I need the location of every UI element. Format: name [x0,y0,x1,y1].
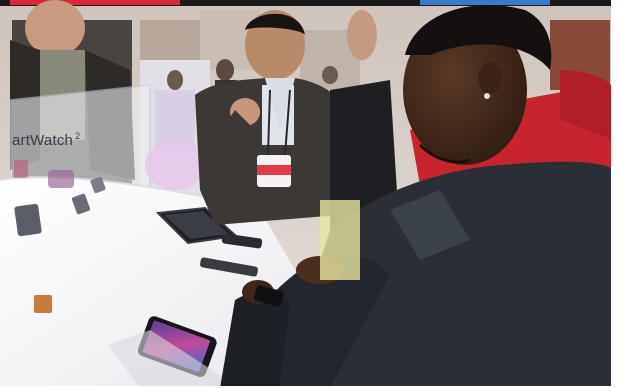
photo-scene: artWatch 2 [0,0,619,388]
photo-illustration [0,0,619,388]
photo-border-right [611,0,619,388]
signage-text: artWatch 2 [12,131,81,149]
